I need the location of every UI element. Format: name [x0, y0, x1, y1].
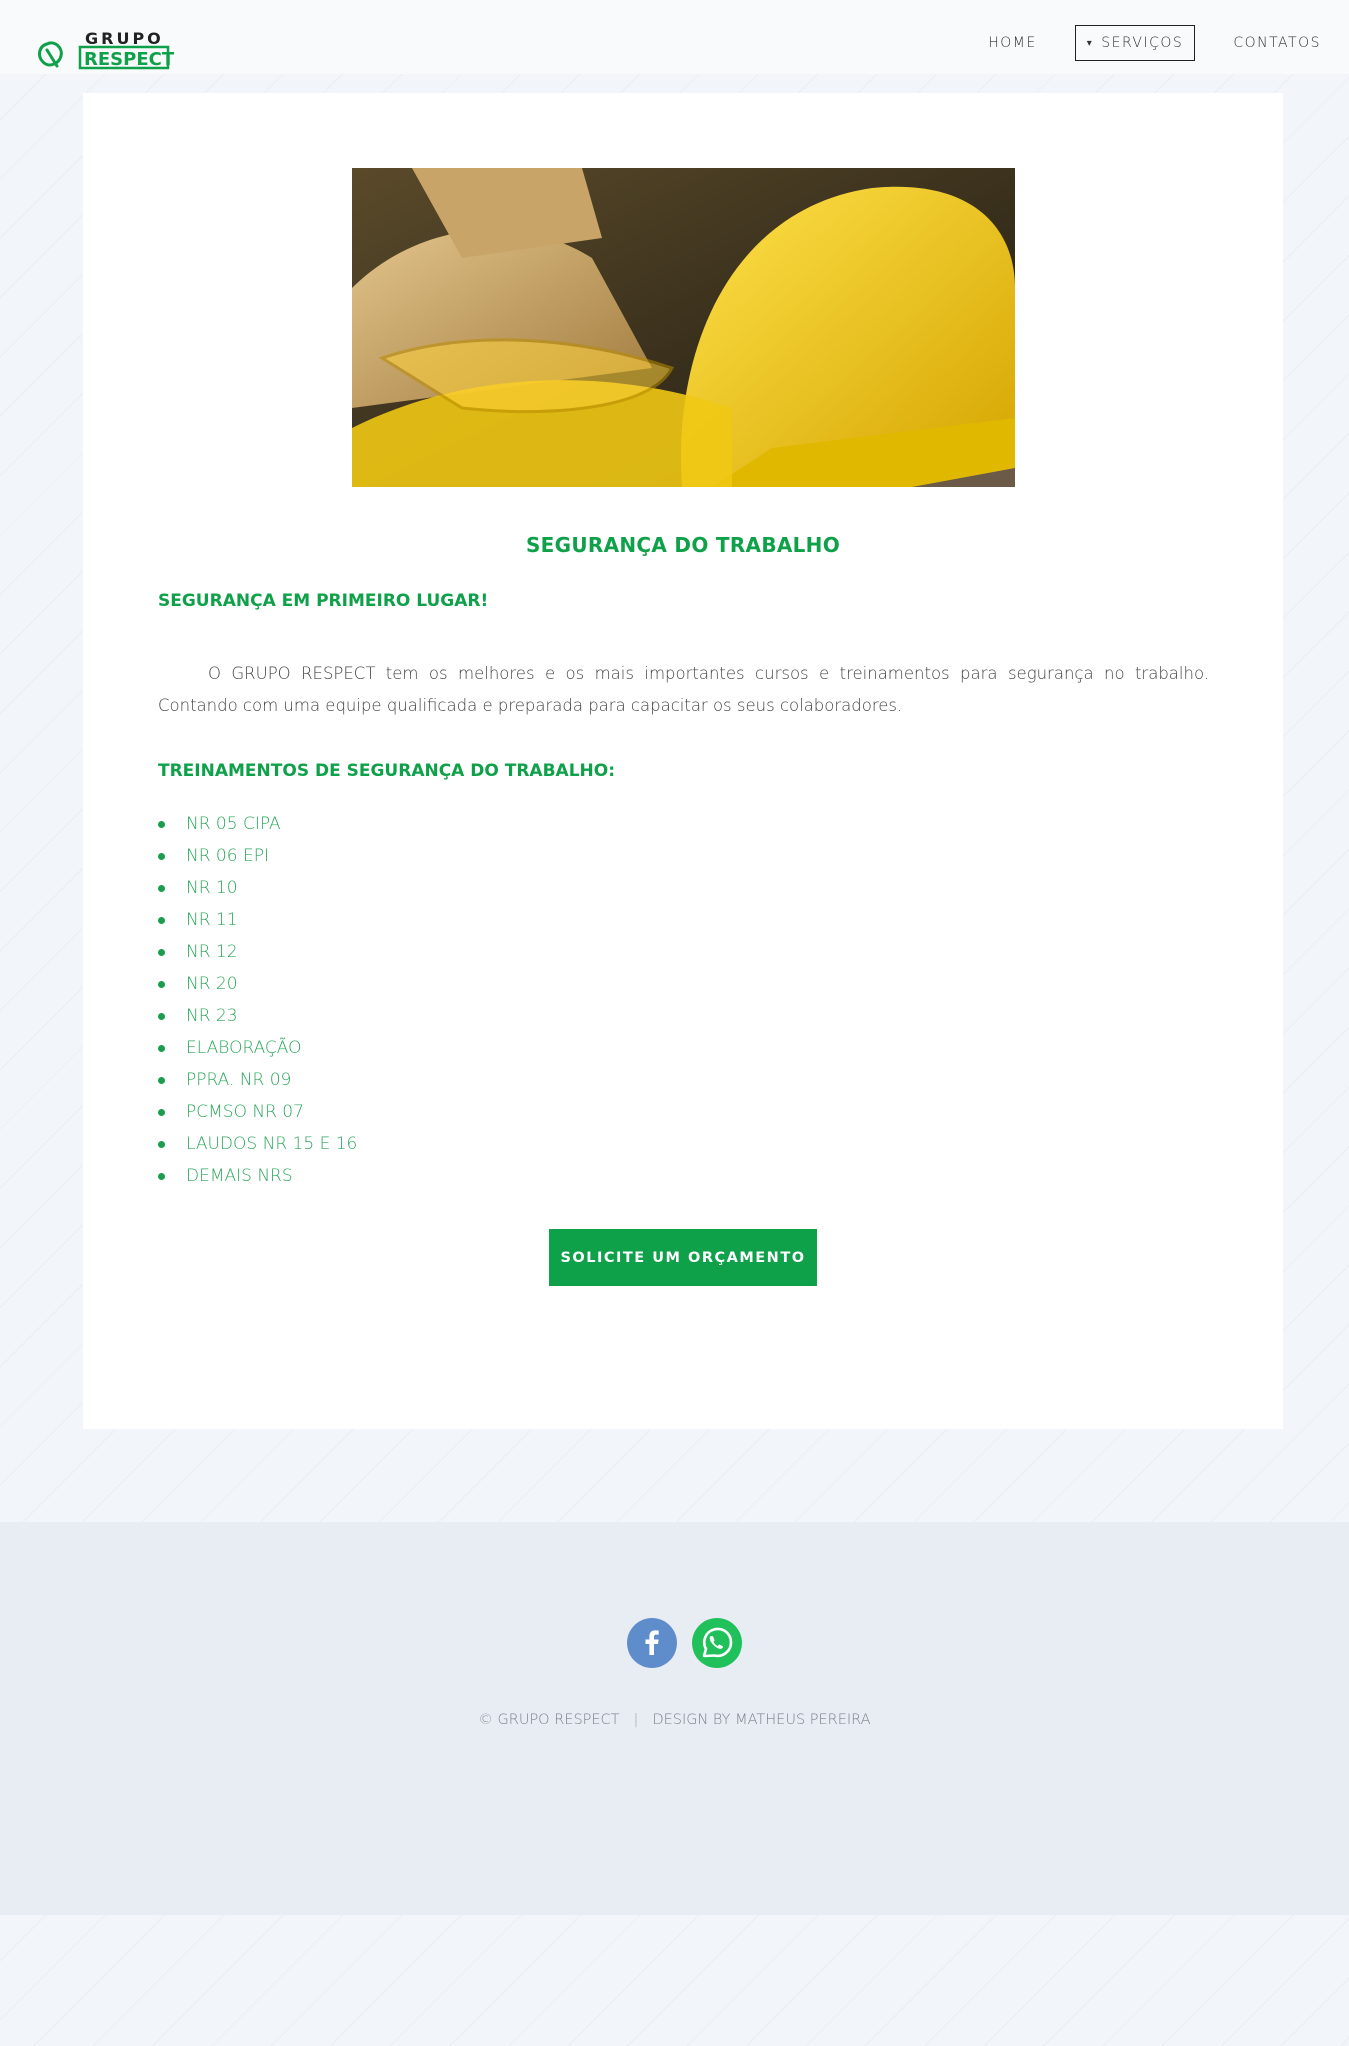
whatsapp-icon[interactable]	[692, 1618, 742, 1668]
bullet-icon	[158, 885, 165, 892]
list-item: PCMSO NR 07	[158, 1096, 357, 1128]
site-header: GRUPO RESPECT HOME ▾ SERVIÇOS CONTATOS	[0, 0, 1349, 74]
nav-contatos[interactable]: CONTATOS	[1233, 25, 1321, 61]
svg-text:RESPECT: RESPECT	[84, 49, 175, 70]
copyright-text: © GRUPO RESPECT	[478, 1712, 620, 1728]
design-credit[interactable]: DESIGN BY MATHEUS PEREIRA	[652, 1712, 870, 1728]
nav-servicos-label: SERVIÇOS	[1101, 35, 1184, 51]
nav-servicos[interactable]: ▾ SERVIÇOS	[1074, 25, 1196, 61]
list-item: ELABORAÇÃO	[158, 1032, 357, 1064]
list-item: NR 06 EPI	[158, 840, 357, 872]
bullet-icon	[158, 949, 165, 956]
request-quote-button[interactable]: SOLICITE UM ORÇAMENTO	[549, 1229, 817, 1286]
hero-image-safety-equipment	[352, 168, 1015, 487]
separator: |	[633, 1712, 639, 1728]
bullet-icon	[158, 821, 165, 828]
bullet-icon	[158, 1109, 165, 1116]
trainings-list: NR 05 CIPA NR 06 EPI NR 10 NR 11 NR 12 N…	[158, 808, 357, 1192]
intro-paragraph: O GRUPO RESPECT tem os melhores e os mai…	[158, 664, 1209, 715]
social-links	[627, 1618, 742, 1668]
nav-home[interactable]: HOME	[988, 25, 1036, 61]
facebook-icon[interactable]	[627, 1618, 677, 1668]
bullet-icon	[158, 981, 165, 988]
bullet-icon	[158, 1045, 165, 1052]
svg-text:GRUPO: GRUPO	[85, 29, 164, 48]
bullet-icon	[158, 853, 165, 860]
list-item: DEMAIS NRS	[158, 1160, 357, 1192]
list-item: NR 23	[158, 1000, 357, 1032]
list-item: PPRA. NR 09	[158, 1064, 357, 1096]
bullet-icon	[158, 917, 165, 924]
bullet-icon	[158, 1173, 165, 1180]
list-item: NR 11	[158, 904, 357, 936]
main-nav: HOME ▾ SERVIÇOS CONTATOS	[950, 25, 1321, 61]
content-card: SEGURANÇA DO TRABALHO SEGURANÇA EM PRIME…	[83, 93, 1283, 1429]
brand-logo[interactable]: GRUPO RESPECT	[35, 26, 175, 74]
bullet-icon	[158, 1077, 165, 1084]
chevron-down-icon: ▾	[1086, 37, 1094, 49]
footer-credits: © GRUPO RESPECT | DESIGN BY MATHEUS PEREIR…	[0, 1712, 1349, 1728]
bullet-icon	[158, 1141, 165, 1148]
bullet-icon	[158, 1013, 165, 1020]
list-item: NR 12	[158, 936, 357, 968]
list-item: NR 05 CIPA	[158, 808, 357, 840]
list-item: NR 10	[158, 872, 357, 904]
list-item: NR 20	[158, 968, 357, 1000]
section-subtitle: SEGURANÇA EM PRIMEIRO LUGAR!	[158, 591, 489, 611]
list-item: LAUDOS NR 15 E 16	[158, 1128, 357, 1160]
trainings-heading: TREINAMENTOS DE SEGURANÇA DO TRABALHO:	[158, 761, 616, 781]
site-footer: © GRUPO RESPECT | DESIGN BY MATHEUS PEREIR…	[0, 1522, 1349, 1915]
page-title: SEGURANÇA DO TRABALHO	[525, 533, 841, 557]
